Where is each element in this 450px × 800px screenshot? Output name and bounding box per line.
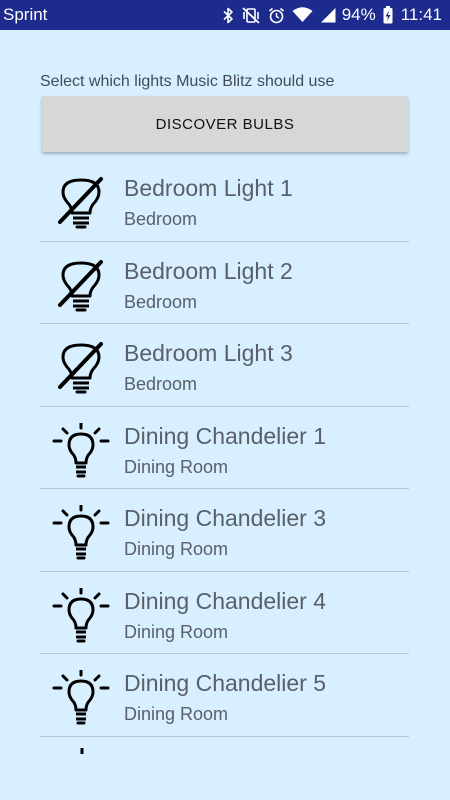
bulb-room: Bedroom [124, 374, 198, 394]
bulb-name: Dining Chandelier 3 [124, 505, 327, 531]
bluetooth-icon [223, 7, 234, 24]
bulb-item-dining-chandelier-1[interactable]: Dining Chandelier 1 Dining Room [40, 407, 409, 489]
bulb-item-bedroom-light-3[interactable]: Bedroom Light 3 Bedroom [40, 324, 409, 407]
bulb-item-dining-chandelier-5[interactable]: Dining Chandelier 5 Dining Room [40, 654, 409, 737]
bulb-name: Dining Chandelier 4 [124, 587, 327, 614]
instruction-text: Select which lights Music Blitz should u… [40, 73, 335, 90]
bulb-item-dining-chandelier-3[interactable]: Dining Chandelier 3 Dining Room [40, 489, 409, 572]
discover-bulbs-button[interactable]: DISCOVER BULBS [42, 96, 408, 152]
alarm-icon [268, 7, 285, 24]
bulb-item-bedroom-light-1[interactable]: Bedroom Light 1 Bedroom [40, 159, 409, 242]
bulb-name: Bedroom Light 3 [124, 340, 293, 366]
bulb-room: Bedroom [124, 291, 198, 312]
bulb-room: Dining Room [124, 704, 229, 724]
bulb-item-bedroom-light-2[interactable]: Bedroom Light 2 Bedroom [40, 242, 409, 324]
bulb-room: Dining Room [124, 621, 229, 642]
wifi-icon [292, 7, 313, 23]
bulb-on-icon [52, 422, 110, 477]
carrier-name: Sprint [3, 5, 48, 24]
bulb-on-icon [52, 670, 110, 725]
status-icons: 94% 11:41 [223, 4, 442, 26]
battery-charging-icon [383, 6, 393, 24]
signal-icon [320, 7, 336, 23]
bulb-item-dining-chandelier-4[interactable]: Dining Chandelier 4 Dining Room [40, 572, 409, 654]
bulb-name: Bedroom Light 2 [124, 257, 293, 284]
bulb-list: Bedroom Light 1 Bedroom Bedroom Light 2 … [40, 159, 409, 737]
bulb-name: Dining Chandelier 5 [124, 670, 327, 696]
bulb-name: Dining Chandelier 1 [124, 422, 327, 449]
bulb-disabled-icon [58, 342, 103, 394]
bulb-on-icon [52, 587, 110, 642]
bulb-name: Bedroom Light 1 [124, 175, 293, 201]
bulb-room: Dining Room [124, 456, 229, 477]
bulb-on-icon [52, 505, 110, 560]
bulb-disabled-icon [58, 259, 103, 311]
clock: 11:41 [400, 5, 442, 24]
battery-percent: 94% [341, 5, 376, 24]
status-bar: Sprint 94% 11:41 [0, 0, 450, 30]
bulb-room: Bedroom [124, 209, 198, 229]
bulb-partial-icon [80, 748, 84, 754]
bulb-room: Dining Room [124, 539, 229, 559]
vibrate-mute-icon [241, 6, 261, 24]
bulb-disabled-icon [58, 177, 103, 229]
